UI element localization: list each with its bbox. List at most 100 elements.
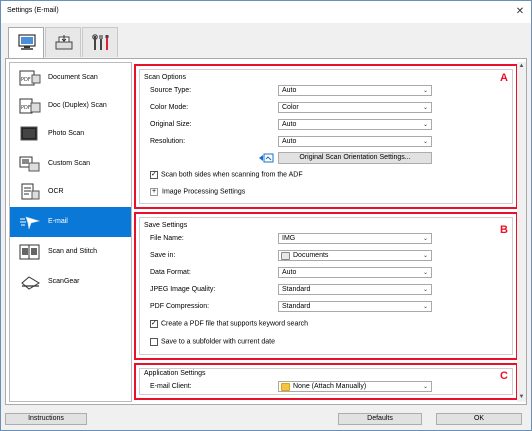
jpeg-quality-select[interactable]: Standard ⌄: [278, 284, 432, 295]
subfolder-checkbox[interactable]: Save to a subfolder with current date: [150, 338, 275, 346]
vertical-scrollbar[interactable]: ▲ ▼: [517, 62, 526, 402]
color-mode-select[interactable]: Color ⌄: [278, 102, 432, 113]
original-size-value: Auto: [282, 121, 297, 128]
original-size-label: Original Size:: [150, 121, 192, 128]
color-mode-value: Color: [282, 104, 299, 111]
sidebar-item-doc-duplex-scan[interactable]: PDF Doc (Duplex) Scan: [10, 91, 131, 121]
document-scan-icon: PDF: [19, 70, 41, 86]
ocr-icon: [21, 183, 40, 200]
sidebar-item-document-scan[interactable]: PDF Document Scan: [10, 63, 131, 93]
scroll-down-icon[interactable]: ▼: [517, 393, 526, 402]
orientation-settings-button[interactable]: Original Scan Orientation Settings...: [278, 152, 432, 164]
save-in-value: Documents: [293, 252, 329, 259]
original-size-select[interactable]: Auto ⌄: [278, 119, 432, 130]
chevron-down-icon: ⌄: [422, 270, 428, 276]
expand-plus-icon: +: [150, 188, 158, 196]
application-settings-section: Application Settings C E-mail Client: No…: [134, 363, 518, 400]
file-name-value: IMG: [282, 235, 296, 242]
pdf-compression-select[interactable]: Standard ⌄: [278, 301, 432, 312]
email-client-label: E-mail Client:: [150, 383, 192, 390]
keyword-pdf-checkbox[interactable]: Create a PDF file that supports keyword …: [150, 319, 309, 328]
window-title: Settings (E-mail): [7, 7, 59, 14]
chevron-down-icon: ⌄: [422, 253, 428, 259]
tab-general-settings[interactable]: [82, 27, 118, 57]
scroll-up-icon[interactable]: ▲: [517, 62, 526, 71]
scan-both-sides-checkbox[interactable]: Scan both sides when scanning from the A…: [150, 170, 303, 179]
scan-options-section: Scan Options A Source Type: Auto ⌄ Color…: [134, 64, 518, 209]
file-name-input[interactable]: IMG ⌄: [278, 233, 432, 244]
data-format-select[interactable]: Auto ⌄: [278, 267, 432, 278]
top-tab-bar: [8, 27, 528, 59]
sidebar-item-custom-scan[interactable]: Custom Scan: [10, 149, 131, 179]
defaults-button[interactable]: Defaults: [338, 413, 422, 425]
chevron-down-icon: ⌄: [422, 304, 428, 310]
save-settings-section: Save Settings B File Name: IMG ⌄ Save in…: [134, 212, 518, 360]
file-name-label: File Name:: [150, 235, 184, 242]
sidebar-item-email[interactable]: E-mail: [10, 207, 131, 237]
sidebar: PDF Document Scan PDF Doc (Duplex) Scan …: [9, 62, 132, 402]
email-client-select[interactable]: None (Attach Manually) ⌄: [278, 381, 432, 392]
save-in-label: Save in:: [150, 252, 176, 259]
image-processing-label: Image Processing Settings: [162, 188, 246, 196]
chevron-down-icon: ⌄: [422, 139, 428, 145]
scan-both-sides-label: Scan both sides when scanning from the A…: [161, 171, 303, 179]
pdf-compression-label: PDF Compression:: [150, 303, 210, 310]
chevron-down-icon: ⌄: [422, 287, 428, 293]
sidebar-item-label: Document Scan: [48, 74, 98, 81]
photo-scan-icon: [20, 126, 38, 141]
chevron-down-icon: ⌄: [422, 384, 428, 390]
save-settings-title: Save Settings: [144, 222, 188, 229]
save-in-select[interactable]: Documents ⌄: [278, 250, 432, 261]
resolution-select[interactable]: Auto ⌄: [278, 136, 432, 147]
resolution-label: Resolution:: [150, 138, 186, 145]
resolution-value: Auto: [282, 138, 297, 145]
checkbox-checked-icon: [150, 319, 158, 328]
jpeg-quality-label: JPEG Image Quality:: [150, 286, 216, 293]
instructions-button[interactable]: Instructions: [5, 413, 87, 425]
jpeg-quality-value: Standard: [282, 286, 311, 293]
email-client-icon: [281, 383, 290, 391]
chevron-down-icon: ⌄: [422, 236, 428, 242]
keyword-pdf-label: Create a PDF file that supports keyword …: [161, 320, 309, 328]
general-settings-icon: [92, 34, 109, 50]
pdf-compression-value: Standard: [282, 303, 311, 310]
ok-button[interactable]: OK: [436, 413, 522, 425]
data-format-label: Data Format:: [150, 269, 191, 276]
sidebar-item-ocr[interactable]: OCR: [10, 177, 131, 207]
scan-options-title: Scan Options: [144, 74, 187, 81]
email-icon: [20, 216, 41, 230]
svg-text:PDF: PDF: [21, 105, 31, 111]
subfolder-label: Save to a subfolder with current date: [161, 338, 276, 346]
orientation-icon: [259, 153, 274, 163]
tab-scan-from-panel[interactable]: [45, 27, 81, 57]
stitch-icon: [19, 244, 40, 260]
sidebar-item-label: Doc (Duplex) Scan: [48, 102, 107, 109]
data-format-value: Auto: [282, 269, 297, 276]
chevron-down-icon: ⌄: [422, 122, 428, 128]
sidebar-item-label: Photo Scan: [48, 130, 85, 137]
sidebar-item-label: Scan and Stitch: [48, 248, 98, 255]
section-marker-c: C: [500, 370, 508, 382]
close-button[interactable]: ✕: [513, 5, 527, 19]
section-marker-b: B: [500, 224, 508, 236]
scan-from-computer-icon: [18, 34, 36, 50]
sidebar-item-label: E-mail: [48, 218, 68, 225]
color-mode-label: Color Mode:: [150, 104, 189, 111]
email-client-value: None (Attach Manually): [293, 383, 367, 390]
source-type-label: Source Type:: [150, 87, 192, 94]
chevron-down-icon: ⌄: [422, 88, 428, 94]
chevron-down-icon: ⌄: [422, 105, 428, 111]
content-panel: PDF Document Scan PDF Doc (Duplex) Scan …: [5, 58, 527, 405]
source-type-select[interactable]: Auto ⌄: [278, 85, 432, 96]
sidebar-item-label: ScanGear: [48, 278, 80, 285]
documents-folder-icon: [281, 252, 290, 260]
tab-scan-from-computer[interactable]: [8, 27, 44, 59]
image-processing-expander[interactable]: + Image Processing Settings: [150, 188, 245, 196]
duplex-scan-icon: PDF: [19, 98, 41, 114]
sidebar-item-label: Custom Scan: [48, 160, 91, 167]
sidebar-item-photo-scan[interactable]: Photo Scan: [10, 119, 131, 149]
checkbox-unchecked-icon: [150, 338, 158, 346]
sidebar-item-scan-and-stitch[interactable]: Scan and Stitch: [10, 237, 131, 267]
sidebar-item-label: OCR: [48, 188, 64, 195]
sidebar-item-scangear[interactable]: ScanGear: [10, 267, 131, 297]
